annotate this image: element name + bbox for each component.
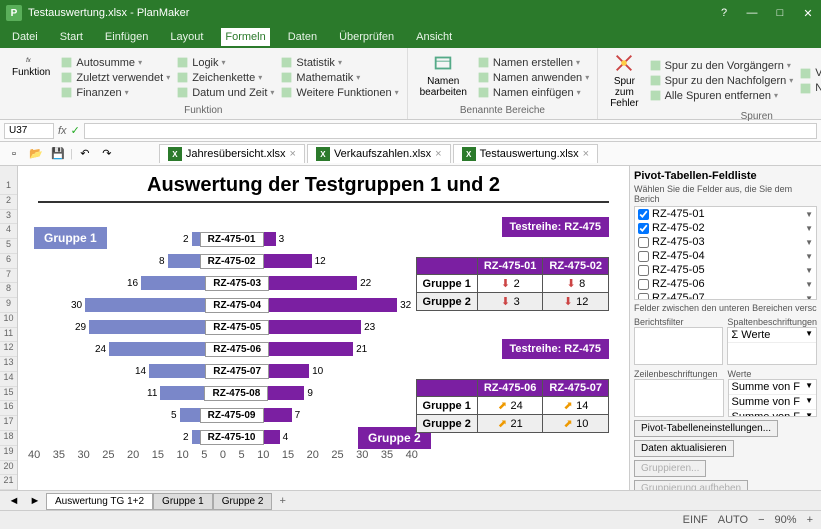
sheet-tabs: ◄ ► Auswertung TG 1+2Gruppe 1Gruppe 2 + — [0, 490, 821, 510]
tab-nav-prev[interactable]: ◄ — [4, 492, 24, 510]
pivot-panel: Pivot-Tabellen-Feldliste Wählen Sie die … — [629, 166, 821, 490]
formula-input[interactable] — [84, 123, 817, 139]
trace-error-button[interactable]: Spur zum Fehler — [606, 50, 642, 111]
testreihe-label-2: Testreihe: RZ-475 — [502, 339, 610, 359]
chart-title: Auswertung der Testgruppen 1 und 2 — [18, 166, 629, 201]
open-icon[interactable]: 📂 — [26, 145, 46, 163]
refresh-data-button[interactable]: Daten aktualisieren — [634, 440, 734, 457]
values-area[interactable]: Summe von F▼Summe von F▼Summe von F▼ — [728, 379, 818, 417]
formula-bar: fx ✓ — [0, 120, 821, 142]
field-item[interactable]: RZ-475-03▼ — [635, 235, 816, 249]
menu-datei[interactable]: Datei — [8, 28, 42, 46]
minimize-icon[interactable]: — — [745, 7, 759, 19]
ribbon-item[interactable]: Namen erstellen▾ — [477, 56, 589, 69]
close-tab-icon[interactable]: × — [583, 148, 589, 160]
ribbon-item[interactable]: Statistik▾ — [280, 56, 398, 69]
menubar: Datei Start Einfügen Layout Formeln Daten Über… — [0, 26, 821, 48]
cell-reference-input[interactable] — [4, 123, 54, 139]
data-table-2: RZ-475-06RZ-475-07Gruppe 1⬈ 24⬈ 14Gruppe… — [416, 379, 609, 433]
menu-formeln[interactable]: Formeln — [221, 28, 269, 46]
spreadsheet-icon: X — [168, 147, 182, 161]
function-button[interactable]: fx Funktion — [8, 50, 54, 105]
names-edit-button[interactable]: Namen bearbeiten — [416, 50, 471, 105]
ribbon: fx Funktion Autosumme▾ Zuletzt verwendet▾… — [0, 48, 821, 120]
field-item[interactable]: RZ-475-06▼ — [635, 277, 816, 291]
window-title: Testauswertung.xlsx - PlanMaker — [28, 7, 717, 19]
columns-area[interactable]: Σ Werte▼ — [727, 327, 817, 365]
row-headers: 123456789101112131415161718192021 — [0, 166, 18, 490]
pivot-settings-button[interactable]: Pivot-Tabelleneinstellungen... — [634, 420, 778, 437]
spreadsheet-icon: X — [462, 147, 476, 161]
accept-icon[interactable]: ✓ — [71, 124, 80, 137]
data-table-1: RZ-475-01RZ-475-02Gruppe 1⬇ 2⬇ 8Gruppe 2… — [416, 257, 609, 311]
tab-nav-next[interactable]: ► — [25, 492, 45, 510]
app-icon: P — [6, 5, 22, 21]
file-tab[interactable]: XVerkaufszahlen.xlsx× — [307, 144, 451, 163]
ribbon-item[interactable]: Zuletzt verwendet▾ — [60, 71, 170, 84]
field-item[interactable]: RZ-475-01▼ — [635, 207, 816, 221]
close-tab-icon[interactable]: × — [435, 148, 441, 160]
close-tab-icon[interactable]: × — [290, 148, 296, 160]
field-list[interactable]: RZ-475-01▼RZ-475-02▼RZ-475-03▼RZ-475-04▼… — [634, 206, 817, 300]
menu-ansicht[interactable]: Ansicht — [412, 28, 456, 46]
help-icon[interactable]: ? — [717, 7, 731, 19]
filter-area[interactable] — [634, 327, 723, 365]
zoom-out-icon[interactable]: − — [758, 514, 764, 526]
fx-icon[interactable]: fx — [58, 125, 67, 137]
field-item[interactable]: RZ-475-02▼ — [635, 221, 816, 235]
ribbon-item[interactable]: Datum und Zeit▾ — [176, 86, 274, 99]
group-button[interactable]: Gruppieren... — [634, 460, 706, 477]
quick-toolbar: ▫ 📂 💾 | ↶ ↷ XJahresübersicht.xlsx×XVerka… — [0, 142, 821, 166]
ribbon-item[interactable]: Logik▾ — [176, 56, 274, 69]
field-item[interactable]: RZ-475-05▼ — [635, 263, 816, 277]
ribbon-item[interactable]: Spur zu den Vorgängern▾ — [649, 59, 794, 72]
ungroup-button[interactable]: Gruppierung aufheben — [634, 480, 748, 490]
menu-start[interactable]: Start — [56, 28, 87, 46]
ribbon-item[interactable]: Zeichenkette▾ — [176, 71, 274, 84]
sheet-tab[interactable]: Gruppe 1 — [153, 493, 213, 510]
menu-daten[interactable]: Daten — [284, 28, 321, 46]
ribbon-item[interactable]: Weitere Funktionen▾ — [280, 86, 398, 99]
close-icon[interactable]: ✕ — [801, 7, 815, 20]
menu-layout[interactable]: Layout — [166, 28, 207, 46]
new-icon[interactable]: ▫ — [4, 145, 24, 163]
ribbon-item[interactable]: Mathematik▾ — [280, 71, 398, 84]
redo-icon[interactable]: ↷ — [97, 145, 117, 163]
field-item[interactable]: RZ-475-04▼ — [635, 249, 816, 263]
maximize-icon[interactable]: □ — [773, 7, 787, 19]
sheet-tab[interactable]: Auswertung TG 1+2 — [46, 493, 153, 510]
svg-text:fx: fx — [26, 58, 32, 64]
file-tab[interactable]: XJahresübersicht.xlsx× — [159, 144, 305, 163]
ribbon-item[interactable]: Finanzen▾ — [60, 86, 170, 99]
rows-area[interactable] — [634, 379, 724, 417]
file-tab[interactable]: XTestauswertung.xlsx× — [453, 144, 598, 163]
ribbon-item[interactable]: Nächster Fehler▾ — [799, 82, 821, 95]
spreadsheet-icon: X — [316, 147, 330, 161]
menu-überprüfen[interactable]: Überprüfen — [335, 28, 398, 46]
save-icon[interactable]: 💾 — [48, 145, 68, 163]
ribbon-item[interactable]: Autosumme▾ — [60, 56, 170, 69]
testreihe-label-1: Testreihe: RZ-475 — [502, 217, 610, 237]
ribbon-item[interactable]: Namen einfügen▾ — [477, 86, 589, 99]
sheet-tab[interactable]: Gruppe 2 — [213, 493, 273, 510]
status-auto: AUTO — [718, 514, 748, 526]
status-einf: EINF — [683, 514, 708, 526]
worksheet[interactable]: Auswertung der Testgruppen 1 und 2 Grupp… — [18, 166, 629, 490]
menu-einfügen[interactable]: Einfügen — [101, 28, 152, 46]
ribbon-item[interactable]: Vorheriger Fehler▾ — [799, 67, 821, 80]
panel-title: Pivot-Tabellen-Feldliste — [634, 170, 817, 182]
ribbon-item[interactable]: Namen anwenden▾ — [477, 71, 589, 84]
titlebar: P Testauswertung.xlsx - PlanMaker ? — □ … — [0, 0, 821, 26]
zoom-level: 90% — [775, 514, 797, 526]
ribbon-item[interactable]: Alle Spuren entfernen▾ — [649, 89, 794, 102]
ribbon-group-label: Funktion — [8, 105, 399, 117]
zoom-in-icon[interactable]: + — [807, 514, 813, 526]
field-item[interactable]: RZ-475-07▼ — [635, 291, 816, 300]
ribbon-item[interactable]: Spur zu den Nachfolgern▾ — [649, 74, 794, 87]
add-sheet-button[interactable]: + — [273, 493, 291, 509]
undo-icon[interactable]: ↶ — [75, 145, 95, 163]
